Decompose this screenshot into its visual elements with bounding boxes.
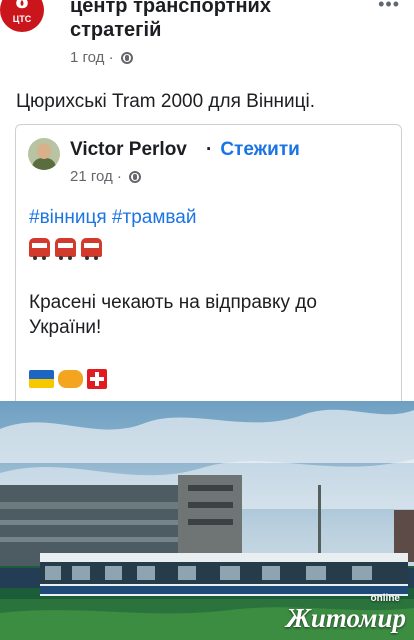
flag-emojis (29, 369, 107, 389)
post-time-label: 1 год · (70, 49, 114, 66)
page-avatar[interactable]: ЦТС (0, 0, 44, 32)
follow-button[interactable]: · Стежити (206, 139, 300, 161)
page-avatar-text: ЦТС (12, 14, 32, 24)
shared-post: Victor Perlov · Стежити 21 год · #вінниця… (15, 124, 402, 415)
post-text: Цюрихські Tram 2000 для Вінниці. (16, 91, 316, 112)
handshake-emoji (58, 370, 83, 388)
shared-time[interactable]: 21 год · (70, 168, 142, 185)
globe-icon (120, 52, 133, 64)
tram-emojis (29, 238, 107, 263)
page-name[interactable]: центр транспортних стратегій (70, 0, 360, 42)
ukraine-flag (29, 370, 54, 388)
post-time[interactable]: 1 год · (70, 49, 133, 66)
author-name[interactable]: Victor Perlov (70, 139, 187, 161)
shared-body-text: Красені чекають на відправку до України! (29, 292, 317, 338)
switzerland-flag (87, 369, 107, 389)
author-avatar[interactable] (28, 138, 60, 170)
follow-separator: · (206, 139, 213, 160)
post-photo[interactable]: online Житомир (0, 401, 414, 640)
more-icon[interactable]: ••• (378, 0, 400, 15)
avatar-body (32, 158, 56, 170)
facebook-post: ЦТС центр транспортних стратегій ••• 1 г… (0, 0, 414, 640)
tram-emoji (55, 238, 76, 260)
watermark-online: online (370, 593, 400, 604)
avatar-face (37, 143, 51, 159)
tram-emoji (81, 238, 102, 260)
hashtags[interactable]: #вінниця #трамвай (29, 207, 196, 229)
watermark: online Житомир (286, 593, 406, 634)
globe-icon (129, 171, 142, 183)
tram-emoji (29, 238, 50, 260)
follow-label: Стежити (220, 139, 300, 160)
shared-time-label: 21 год · (70, 168, 122, 185)
watermark-city: Житомир (286, 603, 406, 633)
